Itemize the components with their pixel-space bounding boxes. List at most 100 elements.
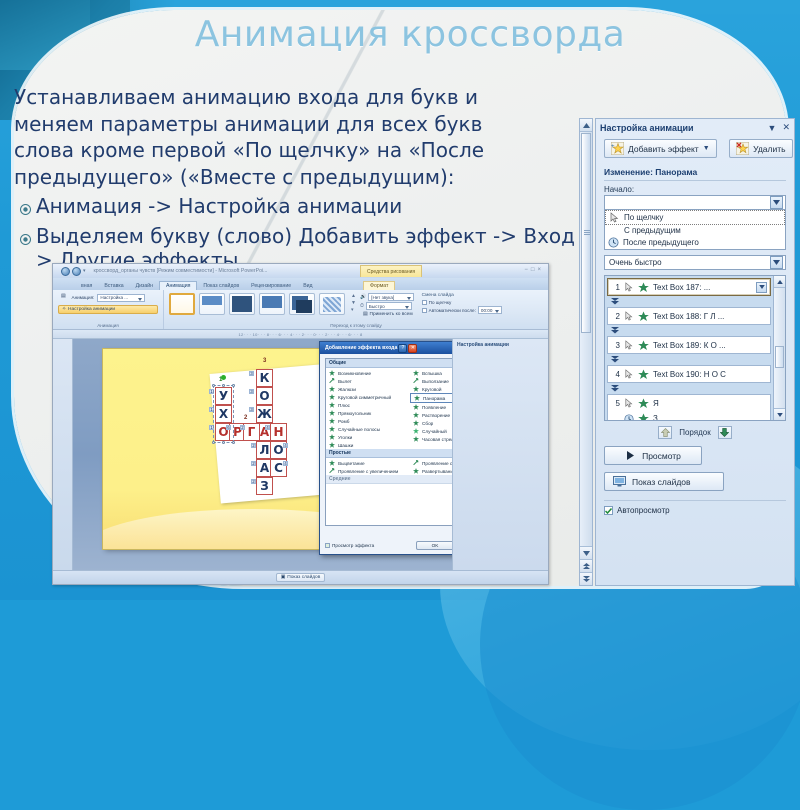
selection-handle[interactable] [222, 384, 225, 387]
chevron-down-icon[interactable]: ▼ [768, 123, 777, 133]
ppt-tab-insert[interactable]: Вставка [98, 282, 129, 290]
scrollbar-thumb[interactable] [775, 346, 784, 368]
ppt-custom-animation-pane[interactable]: Настройка анимации [452, 339, 548, 570]
start-select[interactable] [604, 195, 786, 210]
selection-handle[interactable] [212, 441, 215, 444]
auto-after-value[interactable]: 00:00 [477, 306, 502, 314]
add-entrance-effect-dialog[interactable]: Добавление эффекта входа ? ✕ Общие Возни… [319, 341, 452, 555]
effect-item[interactable]: Вспышка [410, 369, 452, 377]
chevron-down-icon[interactable] [756, 281, 767, 293]
animation-item[interactable]: 2 Text Box 188: Г Л ... [607, 307, 771, 325]
animation-combo-value[interactable]: Настройка ... [97, 293, 146, 302]
pane-vertical-scrollbar[interactable] [579, 118, 593, 586]
preview-button[interactable]: Просмотр [604, 446, 702, 465]
transition-speed-value[interactable]: Быстро [365, 302, 412, 310]
scroll-down-icon[interactable] [774, 408, 785, 420]
ok-button[interactable]: OK [416, 541, 452, 550]
effect-item[interactable]: Растворение [410, 411, 452, 419]
scroll-down-icon[interactable] [580, 546, 592, 559]
effect-item[interactable]: Проявление с увеличением [326, 467, 410, 475]
animation-list-scrollbar[interactable] [773, 276, 785, 420]
effect-item[interactable]: Уголки [326, 433, 410, 441]
effect-item[interactable]: Сбор [410, 419, 452, 427]
effect-item[interactable]: Шашки [326, 441, 410, 449]
start-option-on-click[interactable]: По щелчку [605, 210, 785, 225]
chevron-down-icon[interactable] [770, 196, 783, 209]
effect-item[interactable]: Случайные полосы [326, 425, 410, 433]
chevrons-down-icon[interactable] [611, 385, 619, 392]
ppt-tab-format[interactable]: Формат [363, 281, 396, 290]
ppt-tab-design[interactable]: Дизайн [130, 282, 159, 290]
on-click-checkbox-row[interactable]: По щелчку [421, 300, 502, 305]
effect-item[interactable]: Прямоугольник [326, 409, 410, 417]
transition-thumb-4[interactable] [289, 293, 315, 315]
preview-effect-checkbox-row[interactable]: Просмотр эффекта [325, 543, 374, 548]
transition-thumb-none[interactable] [169, 293, 195, 315]
effect-item[interactable]: Круговой [410, 385, 452, 393]
effect-item[interactable]: Вылет [326, 377, 410, 385]
start-dropdown-list[interactable]: По щелчку С предыдущим После предыдущего [604, 210, 786, 250]
remove-effect-button[interactable]: Удалить [729, 139, 793, 158]
transition-sound-value[interactable]: [Нет звука] [368, 293, 415, 301]
transition-gallery-scroll[interactable]: ▲ ▼ ▾ [351, 293, 356, 314]
custom-animation-pane[interactable]: Настройка анимации ▼ ✕ + Добавить эффект… [595, 118, 795, 586]
animation-expand-row[interactable] [607, 296, 771, 307]
selection-handle[interactable] [222, 441, 225, 444]
effect-item[interactable]: Выцветание [326, 459, 410, 467]
apply-to-all-button[interactable]: ▤ Применить ко всем [360, 311, 416, 318]
auto-after-checkbox-row[interactable]: Автоматически после: 00:00 [421, 306, 502, 314]
autopreview-checkbox[interactable] [604, 506, 613, 515]
chevrons-down-icon[interactable] [611, 327, 619, 334]
animation-expand-row[interactable] [607, 354, 771, 365]
effect-item[interactable]: Плюс [326, 401, 410, 409]
crossword-cell[interactable]: Г [243, 423, 260, 441]
animation-expand-row[interactable] [607, 325, 771, 336]
transition-thumb-more[interactable] [319, 293, 345, 315]
scroll-up-icon[interactable] [580, 119, 592, 132]
effect-item[interactable]: Появление [410, 403, 452, 411]
crossword-cell[interactable]: Ж [256, 405, 273, 423]
autopreview-checkbox-row[interactable]: Автопросмотр [604, 506, 794, 515]
close-icon[interactable]: ✕ [408, 343, 418, 353]
preview-effect-checkbox[interactable] [325, 543, 330, 548]
effect-item[interactable]: Возникновение [326, 369, 410, 377]
transition-thumb-2[interactable] [229, 293, 255, 315]
on-click-checkbox[interactable] [421, 300, 427, 305]
ppt-tab-review[interactable]: Рецензирование [245, 282, 297, 290]
ppt-slide-canvas[interactable]: 1 2 3 К О Ж А Л А З У Х О Р Г Н О С 3 3 … [73, 339, 452, 570]
crossword-cell[interactable]: Н [270, 423, 287, 441]
selection-handle[interactable] [232, 441, 235, 444]
rotate-handle[interactable] [221, 375, 226, 380]
auto-after-checkbox[interactable] [421, 307, 427, 313]
animation-item[interactable]: 3 Text Box 189: К О ... [607, 336, 771, 354]
chevron-down-icon[interactable] [770, 256, 783, 269]
chevron-down-icon[interactable]: ▼ [703, 145, 710, 152]
effect-item[interactable]: Часовая стрелка [410, 435, 452, 443]
chevrons-down-icon[interactable] [611, 356, 619, 363]
speed-select[interactable]: Очень быстро [604, 255, 786, 270]
effect-item[interactable]: Выползание [410, 377, 452, 385]
add-effect-button[interactable]: + Добавить эффект ▼ [604, 139, 717, 158]
selection-handle[interactable] [232, 384, 235, 387]
crossword-cell[interactable]: К [256, 369, 273, 387]
custom-animation-button[interactable]: ✧ Настройка анимации [58, 305, 158, 314]
scroll-up-icon[interactable] [774, 276, 785, 288]
effect-item-selected[interactable]: Панорама [410, 393, 452, 403]
ppt-tab-animation[interactable]: Анимация [159, 281, 198, 290]
effect-item[interactable]: Развертывание [410, 467, 452, 475]
animation-expand-row[interactable] [607, 383, 771, 394]
order-up-button[interactable] [658, 426, 673, 439]
animation-item[interactable]: 5 Я [607, 394, 771, 411]
start-option-after-previous[interactable]: После предыдущего [605, 236, 785, 249]
order-down-button[interactable] [717, 426, 732, 439]
ppt-slides-pane[interactable] [53, 339, 73, 570]
transition-thumb-3[interactable] [259, 293, 285, 315]
animation-item[interactable]: 4 Text Box 190: Н О С [607, 365, 771, 383]
effect-list[interactable]: Общие Возникновение Вылет Жалюзи Кругово… [325, 358, 452, 526]
ppt-slideshow-status-button[interactable]: ▣ Показ слайдов [275, 573, 326, 582]
effect-item[interactable]: Ромб [326, 417, 410, 425]
selection-handle[interactable] [212, 384, 215, 387]
close-icon[interactable]: ✕ [782, 122, 790, 133]
animation-item[interactable]: 1 Text Box 187: ... [607, 278, 771, 296]
ppt-tab-slideshow[interactable]: Показ слайдов [197, 282, 245, 290]
